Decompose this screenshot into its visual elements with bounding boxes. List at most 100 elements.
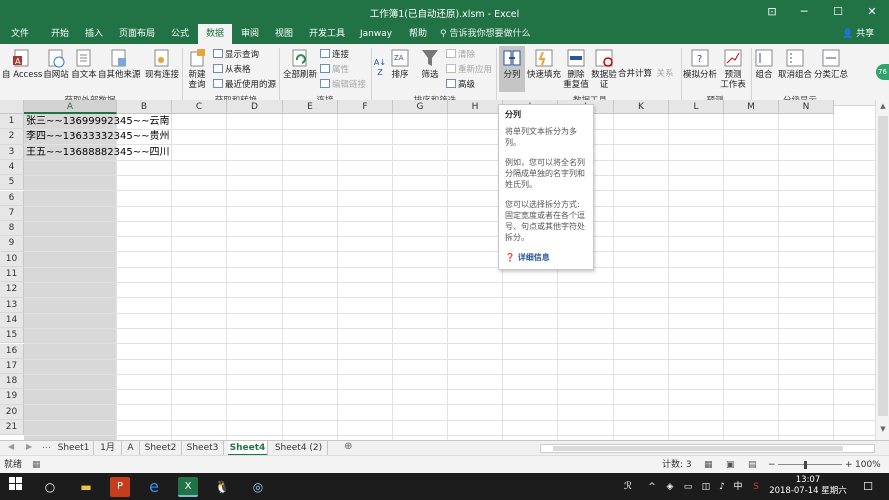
close-button[interactable]: ✕ <box>856 0 888 24</box>
sheet-more-left-icon[interactable]: … <box>42 441 51 451</box>
row-header-9[interactable]: 9 <box>0 236 24 252</box>
file-explorer-icon[interactable]: ▬ <box>76 477 96 497</box>
ungroup-button[interactable]: 取消组合 <box>778 48 812 80</box>
row-header-20[interactable]: 20 <box>0 404 24 420</box>
column-header-b[interactable]: B <box>117 100 172 114</box>
cell-a1[interactable]: 张三~~13699992345~~云南 <box>26 114 170 129</box>
sheet-tab-sheet1[interactable]: Sheet1 <box>54 441 94 456</box>
row-header-18[interactable]: 18 <box>0 374 24 390</box>
column-header-a[interactable]: A <box>24 100 117 114</box>
row-header-17[interactable]: 17 <box>0 358 24 375</box>
row-header-1[interactable]: 1 <box>0 114 24 130</box>
powerpoint-icon[interactable]: P <box>110 477 130 497</box>
sheet-prev-icon[interactable]: ◀ <box>8 442 14 451</box>
vertical-scroll-thumb[interactable] <box>878 116 888 416</box>
flash-fill-button[interactable]: 快速填充 <box>527 48 561 80</box>
properties-button[interactable]: 属性 <box>320 64 349 75</box>
refresh-all-button[interactable]: 全部刷新 <box>282 48 318 80</box>
sogou-icon[interactable]: S <box>746 477 766 497</box>
filter-button[interactable]: 筛选 <box>418 48 442 80</box>
what-if-analysis-button[interactable]: ? 模拟分析 <box>683 48 717 80</box>
forecast-sheet-button[interactable]: 预测 工作表 <box>718 48 748 90</box>
row-header-21[interactable]: 21 <box>0 420 24 436</box>
remove-duplicates-button[interactable]: 删除 重复值 <box>562 48 590 90</box>
column-header-l[interactable]: L <box>669 100 724 114</box>
row-header-14[interactable]: 14 <box>0 312 24 329</box>
from-text-button[interactable]: 自文本 <box>70 48 98 80</box>
action-center-icon[interactable]: ☐ <box>858 477 878 497</box>
input-method-label[interactable]: 中 <box>728 477 748 497</box>
sheet-next-icon[interactable]: ▶ <box>26 442 32 451</box>
row-header-19[interactable]: 19 <box>0 389 24 405</box>
new-query-button[interactable]: 新建 查询 <box>184 48 210 90</box>
search-circle-icon[interactable]: ○ <box>40 477 60 497</box>
sheet-tab-jan[interactable]: 1月 <box>94 441 122 456</box>
sort-az-button[interactable]: A↓ Z <box>373 58 387 78</box>
qq-icon[interactable]: 🐧 <box>212 477 232 497</box>
tab-janway[interactable]: Janway <box>356 24 396 44</box>
show-queries-button[interactable]: 显示查询 <box>213 49 259 60</box>
browser-icon[interactable]: ◎ <box>248 477 268 497</box>
vertical-scrollbar[interactable]: ▲ ▼ <box>875 100 889 440</box>
data-validation-button[interactable]: 数据验证 <box>590 48 618 90</box>
excel-icon[interactable]: X <box>178 477 198 497</box>
column-header-g[interactable]: G <box>393 100 448 114</box>
column-header-m[interactable]: M <box>724 100 779 114</box>
row-header-10[interactable]: 10 <box>0 251 24 267</box>
advanced-filter-button[interactable]: 高级 <box>446 79 475 90</box>
text-to-columns-button[interactable]: 分列 <box>499 46 525 92</box>
tell-me-box[interactable]: ⚲ 告诉我你想要做什么 <box>440 24 530 44</box>
tab-formulas[interactable]: 公式 <box>164 24 196 44</box>
tooltip-more-link[interactable]: ❓ 详细信息 <box>505 252 587 263</box>
clock[interactable]: 13:07 2018-07-14 星期六 <box>768 475 848 497</box>
from-other-sources-button[interactable]: 自其他来源 <box>98 48 141 80</box>
existing-connections-button[interactable]: 现有连接 <box>144 48 180 80</box>
row-header-12[interactable]: 12 <box>0 282 24 298</box>
cell-a3[interactable]: 王五~~13688882345~~四川 <box>26 145 170 160</box>
tab-review[interactable]: 审阅 <box>236 24 264 44</box>
column-header-c[interactable]: C <box>172 100 227 114</box>
share-button[interactable]: 👤 共享 <box>842 24 874 44</box>
zoom-slider[interactable] <box>778 464 842 465</box>
edit-links-button[interactable]: 编辑链接 <box>320 79 366 90</box>
column-header-h[interactable]: H <box>448 100 503 114</box>
page-break-view-icon[interactable]: ▤ <box>748 456 757 474</box>
scroll-down-icon[interactable]: ▼ <box>878 425 888 435</box>
column-header-d[interactable]: D <box>227 100 283 114</box>
tray-chevron-icon[interactable]: ^ <box>642 477 662 497</box>
macro-record-icon[interactable]: ▦ <box>32 456 41 474</box>
add-sheet-icon[interactable]: ⊕ <box>344 441 352 452</box>
people-icon[interactable]: ℛ <box>618 477 638 497</box>
edge-icon[interactable]: e <box>144 477 164 497</box>
zoom-out-button[interactable]: − <box>768 456 776 474</box>
row-header-15[interactable]: 15 <box>0 328 24 344</box>
row-header-16[interactable]: 16 <box>0 343 24 359</box>
reapply-button[interactable]: 重新应用 <box>446 64 492 75</box>
tab-help[interactable]: 帮助 <box>404 24 432 44</box>
sheet-tab-sheet3[interactable]: Sheet3 <box>182 441 224 456</box>
row-header-4[interactable]: 4 <box>0 159 24 176</box>
column-header-e[interactable]: E <box>283 100 338 114</box>
tab-page-layout[interactable]: 页面布局 <box>114 24 160 44</box>
row-header-11[interactable]: 11 <box>0 267 24 283</box>
from-table-button[interactable]: 从表格 <box>213 64 251 75</box>
sheet-tab-sheet2[interactable]: Sheet2 <box>140 441 182 456</box>
scroll-up-icon[interactable]: ▲ <box>878 102 888 112</box>
tab-insert[interactable]: 插入 <box>78 24 110 44</box>
tray-app-icon[interactable]: ◈ <box>660 477 680 497</box>
tab-file[interactable]: 文件 <box>4 24 36 44</box>
row-header-5[interactable]: 5 <box>0 175 24 191</box>
tab-developer[interactable]: 开发工具 <box>304 24 350 44</box>
windows-start-icon[interactable] <box>6 477 26 497</box>
worksheet-grid[interactable]: ABCDEFGHIJKLMN 1234567891011121314151617… <box>0 100 875 440</box>
zoom-in-button[interactable]: + <box>845 456 853 474</box>
horizontal-scrollbar[interactable] <box>540 444 875 453</box>
group-button[interactable]: 组合 <box>752 48 776 80</box>
sort-button[interactable]: ZA 排序 <box>388 48 412 80</box>
sheet-tab-sheet4[interactable]: Sheet4 <box>228 441 268 456</box>
column-header-n[interactable]: N <box>779 100 834 114</box>
row-header-7[interactable]: 7 <box>0 205 24 222</box>
horizontal-scroll-thumb[interactable] <box>553 446 843 451</box>
row-header-3[interactable]: 3 <box>0 144 24 160</box>
tab-home[interactable]: 开始 <box>44 24 76 44</box>
